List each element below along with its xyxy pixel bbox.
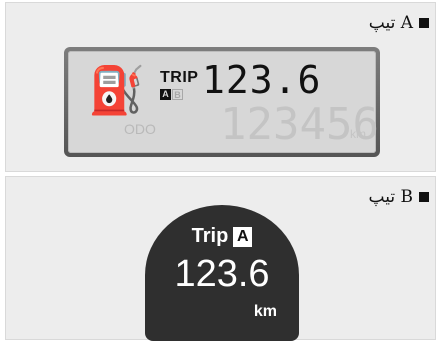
- trip-a-box: A: [160, 89, 171, 100]
- lcd-odo-label: ODO: [124, 121, 156, 137]
- type-a-label: تیپ A: [368, 13, 413, 33]
- lcd-odo-unit: km: [350, 127, 366, 141]
- type-b-panel: تیپ B Trip A 123.6 km: [5, 176, 436, 341]
- dome-trip-value: 123.6: [174, 253, 270, 295]
- square-bullet-icon: [419, 18, 429, 28]
- trip-ab-indicator: A B: [160, 89, 183, 100]
- dome-cluster-display: Trip A 123.6 km: [145, 205, 299, 341]
- dome-trip-badge: A: [233, 226, 253, 247]
- square-bullet-icon: [419, 192, 429, 202]
- type-b-heading: تیپ B: [369, 187, 429, 207]
- dome-trip-label: Trip: [191, 225, 229, 247]
- lcd-trip-label: TRIP: [160, 69, 199, 86]
- fuel-pump-icon: ⛽: [88, 63, 146, 117]
- type-a-panel: تیپ A ⛽ TRIP A B 123.6 ODO 123456 km: [5, 2, 436, 172]
- lcd-cluster-display: ⛽ TRIP A B 123.6 ODO 123456 km: [64, 47, 380, 157]
- lcd-screen: ⛽ TRIP A B 123.6 ODO 123456 km: [68, 51, 379, 153]
- trip-b-box: B: [172, 89, 183, 100]
- dome-unit: km: [253, 303, 277, 320]
- dome-trip-row: Trip A: [145, 225, 299, 248]
- type-a-heading: تیپ A: [369, 13, 429, 33]
- lcd-trip-value: 123.6: [202, 58, 322, 102]
- type-b-label: تیپ B: [368, 187, 413, 207]
